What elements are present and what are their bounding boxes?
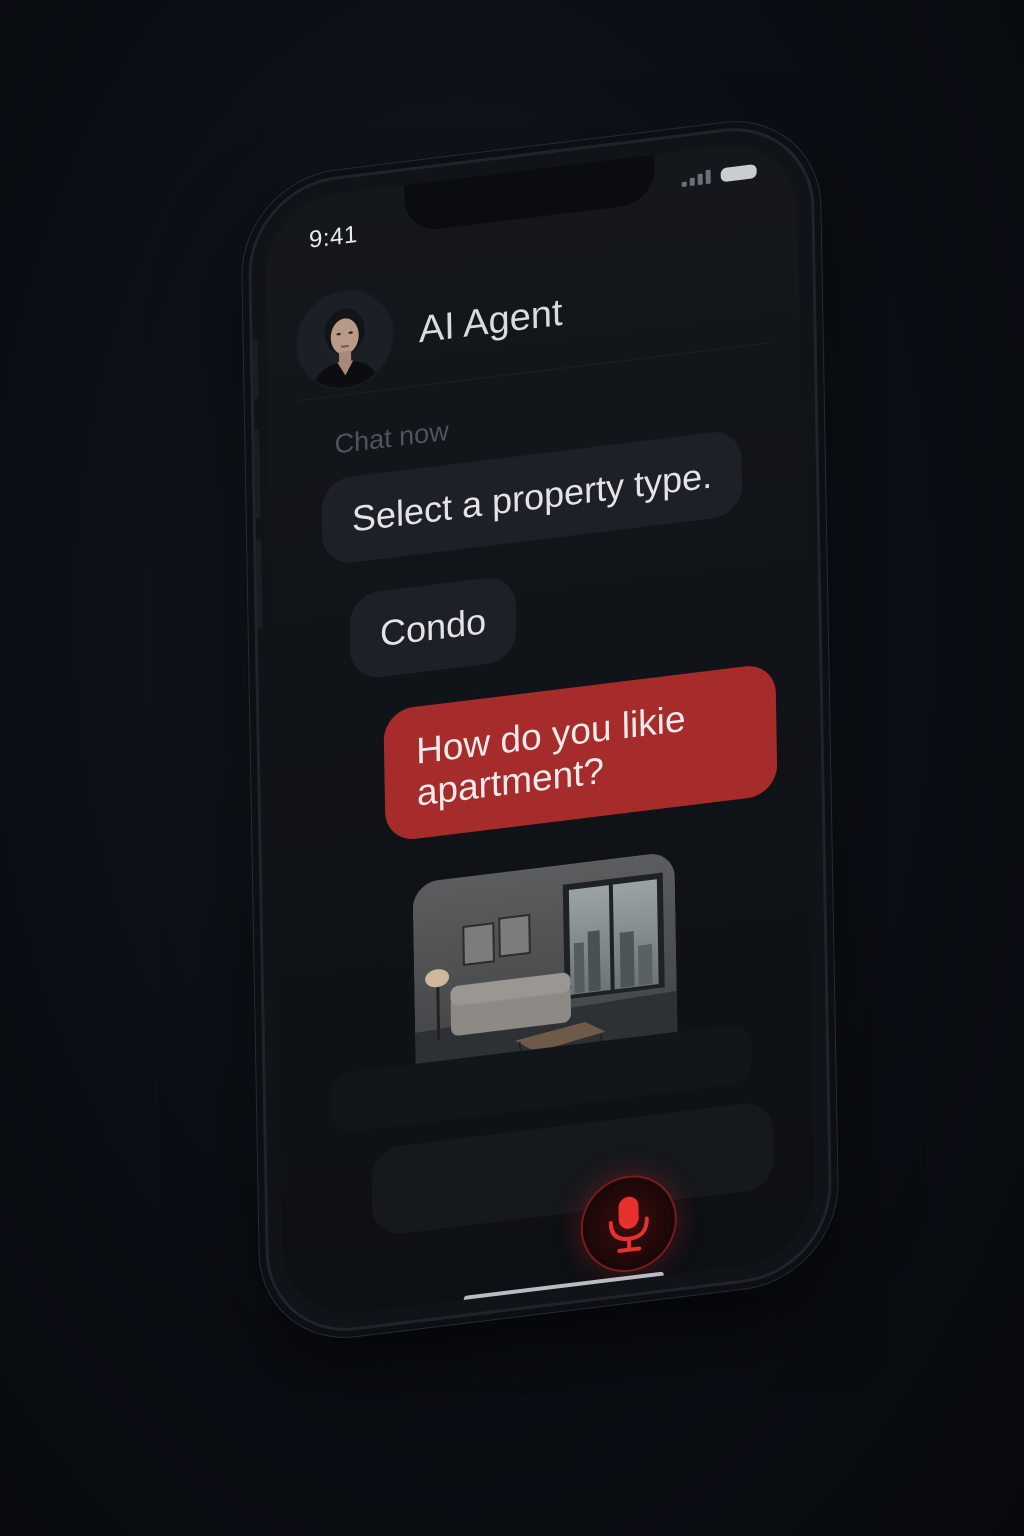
- phone-screen: 9:41 AI Agent Chat now Select a property…: [264, 137, 816, 1323]
- agent-name: AI Agent: [418, 291, 563, 351]
- volume-up-button: [253, 428, 261, 520]
- chat-header: AI Agent: [295, 232, 770, 402]
- microphone-icon: [608, 1196, 649, 1253]
- avatar[interactable]: [295, 285, 394, 394]
- phone-device: 9:41 AI Agent Chat now Select a property…: [250, 121, 830, 1338]
- home-indicator[interactable]: [463, 1271, 664, 1302]
- status-time: 9:41: [308, 220, 358, 254]
- notch: [404, 154, 656, 234]
- signal-icon: [681, 169, 711, 188]
- agent-portrait-icon: [295, 285, 394, 394]
- agent-question-bubble: How do you likie apartment?: [383, 662, 778, 843]
- battery-icon: [720, 163, 757, 183]
- side-button: [251, 339, 259, 400]
- volume-down-button: [255, 538, 263, 630]
- status-icons: [681, 163, 757, 188]
